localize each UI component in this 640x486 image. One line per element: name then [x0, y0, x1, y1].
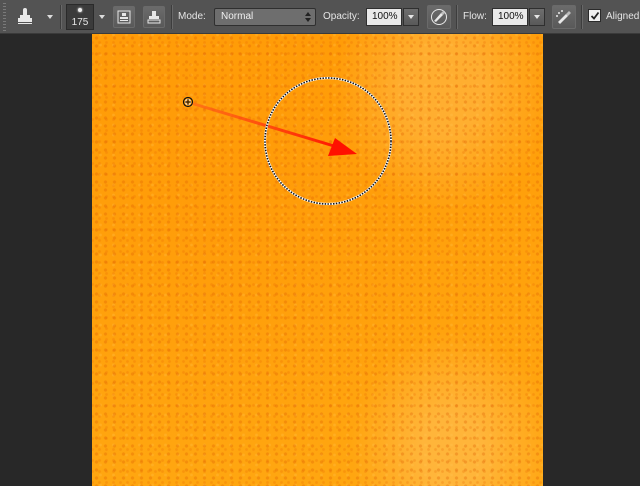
aligned-label: Aligned: [606, 11, 640, 22]
clone-source-panel-icon: [117, 10, 131, 24]
divider: [171, 5, 173, 29]
flow-value: 100%: [498, 11, 524, 22]
opacity-slider-toggle[interactable]: [403, 8, 419, 26]
chevron-down-icon: [408, 15, 414, 19]
chevron-up-icon: [305, 12, 311, 16]
mode-value: Normal: [221, 11, 254, 22]
panel-grip[interactable]: [3, 3, 6, 31]
opacity-value: 100%: [372, 11, 398, 22]
document-canvas[interactable]: [92, 34, 543, 486]
brush-preset-picker[interactable]: 175: [66, 4, 94, 30]
flow-label: Flow:: [463, 11, 487, 22]
opacity-input[interactable]: 100%: [366, 8, 402, 26]
tool-preset-picker[interactable]: [13, 4, 57, 30]
aligned-checkbox[interactable]: [588, 9, 601, 22]
pressure-opacity-button[interactable]: [427, 5, 451, 29]
checkmark-icon: [590, 11, 600, 20]
divider: [456, 5, 458, 29]
brush-tip-icon: [78, 8, 82, 12]
mode-dropdown[interactable]: Normal: [214, 8, 316, 26]
brush-circle-cursor: [263, 76, 393, 206]
toggle-pattern-button[interactable]: [143, 6, 165, 28]
divider: [60, 5, 62, 29]
chevron-down-icon: [305, 18, 311, 22]
clone-source-panel-button[interactable]: [113, 6, 135, 28]
flow-slider-toggle[interactable]: [529, 8, 545, 26]
airbrush-button[interactable]: [552, 5, 576, 29]
red-arrow-annotation: [192, 102, 357, 156]
canvas-overlay: [182, 76, 393, 206]
clone-stamp-icon: [17, 8, 33, 25]
clone-sample-crosshair-icon: [182, 96, 194, 108]
chevron-down-icon: [534, 15, 540, 19]
airbrush-icon: [556, 10, 571, 24]
options-bar: 175 Mode: Normal Opacity: 100% Flow: 100…: [0, 0, 640, 34]
workspace: [0, 34, 640, 486]
flow-input[interactable]: 100%: [492, 8, 528, 26]
chevron-down-icon: [47, 15, 53, 19]
brush-size-value: 175: [71, 17, 89, 28]
opacity-label: Opacity:: [323, 11, 360, 22]
mode-label: Mode:: [178, 11, 206, 22]
brush-picker-chevron-icon[interactable]: [99, 15, 105, 19]
pressure-opacity-icon: [431, 9, 447, 25]
divider: [581, 5, 583, 29]
stamp-pattern-icon: [147, 11, 161, 24]
